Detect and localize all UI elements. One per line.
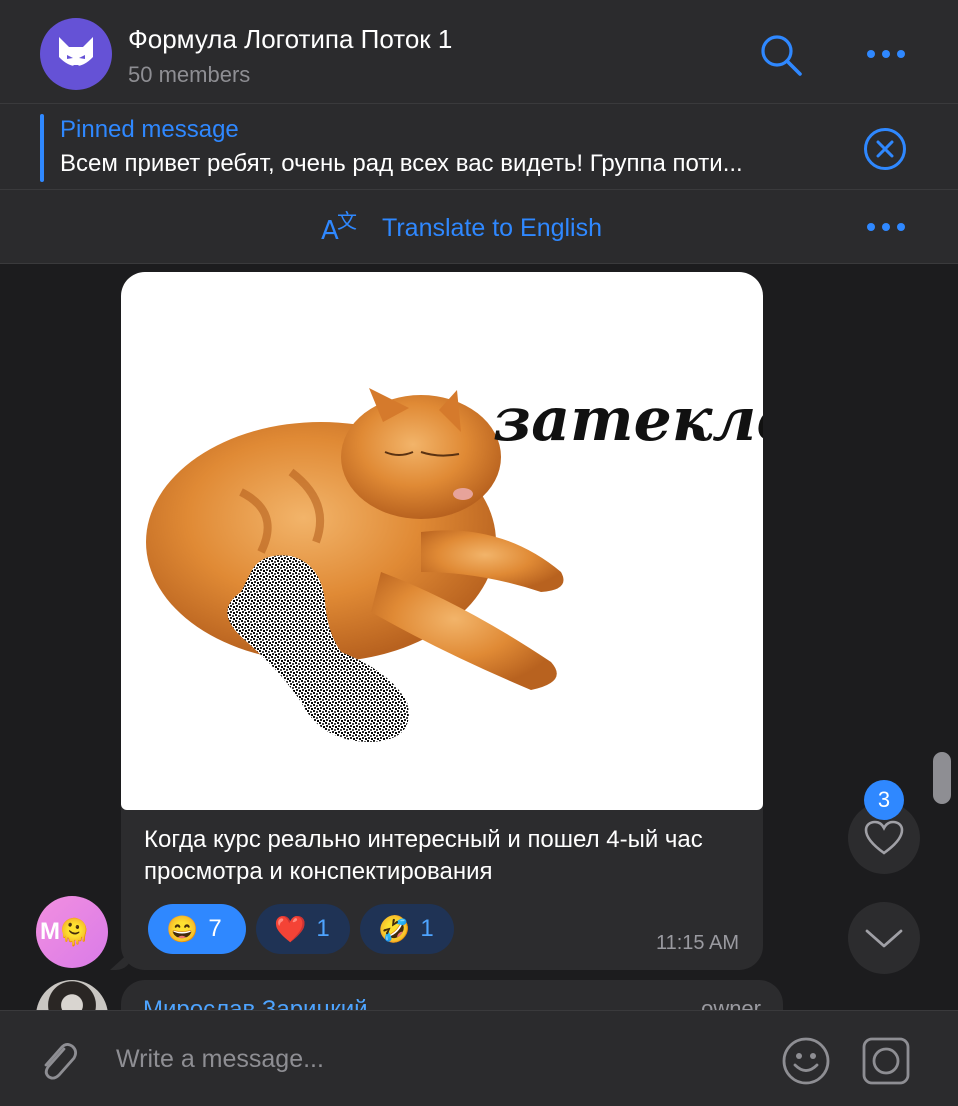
reaction-heart[interactable]: ❤️ 1: [256, 904, 350, 954]
author-name[interactable]: Мирослав Зарицкий: [143, 996, 368, 1010]
message-bubble[interactable]: затекло Когда курс реально интересный и …: [121, 272, 763, 970]
grinning-emoji-icon: 😄: [166, 913, 199, 944]
translate-options-button[interactable]: [862, 214, 910, 240]
scrollbar-thumb[interactable]: [933, 752, 951, 804]
photo-caption-text: затекло: [493, 385, 763, 455]
next-message-bubble[interactable]: Мирослав Зарицкий owner: [121, 980, 783, 1010]
heart-emoji-icon: ❤️: [274, 913, 307, 944]
translate-bar: A 文 Translate to English: [0, 190, 958, 264]
message-photo[interactable]: затекло: [121, 272, 763, 810]
rofl-emoji-icon: 🤣: [378, 913, 411, 944]
author-role: owner: [701, 996, 761, 1010]
reaction-grinning[interactable]: 😄 7: [148, 904, 246, 954]
translate-button[interactable]: Translate to English: [382, 214, 602, 243]
chevron-down-icon: [865, 929, 903, 948]
reaction-rofl[interactable]: 🤣 1: [360, 904, 454, 954]
pinned-accent-bar: [40, 114, 44, 182]
video-message-icon: [862, 1037, 910, 1085]
member-count: 50 members: [128, 62, 251, 87]
avatar-initial: M: [40, 918, 60, 945]
message-time: 11:15 AM: [655, 932, 739, 954]
chat-title[interactable]: Формула Логотипа Поток 1: [128, 24, 452, 55]
message-list[interactable]: затекло Когда курс реально интересный и …: [0, 264, 958, 1010]
reaction-count: 7: [208, 915, 222, 942]
more-button[interactable]: [862, 40, 910, 68]
chat-header: Формула Логотипа Поток 1 50 members: [0, 0, 958, 104]
close-circle-icon: [864, 128, 906, 170]
sender-avatar-photo[interactable]: [36, 980, 108, 1010]
attach-button[interactable]: [32, 1035, 82, 1085]
heart-outline-icon: [864, 820, 904, 855]
search-button[interactable]: [756, 30, 806, 80]
message-composer: [0, 1010, 958, 1106]
cat-meme-image: затекло: [146, 385, 763, 742]
more-icon: [867, 223, 905, 231]
paperclip-icon: [44, 1043, 77, 1080]
fox-logo-icon: [59, 37, 93, 68]
search-icon: [761, 35, 802, 76]
emoji-button[interactable]: [780, 1035, 832, 1087]
reaction-count: 1: [316, 915, 330, 942]
group-avatar[interactable]: [40, 18, 112, 90]
reaction-count: 1: [420, 915, 434, 942]
reactions-badge: 3: [864, 780, 904, 820]
message-caption: Когда курс реально интересный и пошел 4-…: [144, 826, 703, 885]
pinned-message-bar[interactable]: Pinned message Всем привет ребят, очень …: [0, 104, 958, 190]
more-icon: [867, 50, 905, 58]
translate-icon[interactable]: A 文: [318, 206, 362, 246]
pinned-text: Всем привет ребят, очень рад всех вас ви…: [60, 150, 743, 177]
melting-face-icon: 🫠: [58, 916, 91, 947]
unpin-button[interactable]: [862, 126, 908, 172]
scroll-down-button[interactable]: [848, 902, 920, 974]
sender-avatar[interactable]: M 🫠: [36, 896, 108, 968]
smiley-icon: [782, 1037, 830, 1085]
svg-text:文: 文: [337, 209, 357, 233]
video-message-button[interactable]: [860, 1035, 912, 1087]
message-input[interactable]: [116, 1045, 756, 1074]
pinned-label: Pinned message: [60, 116, 239, 143]
